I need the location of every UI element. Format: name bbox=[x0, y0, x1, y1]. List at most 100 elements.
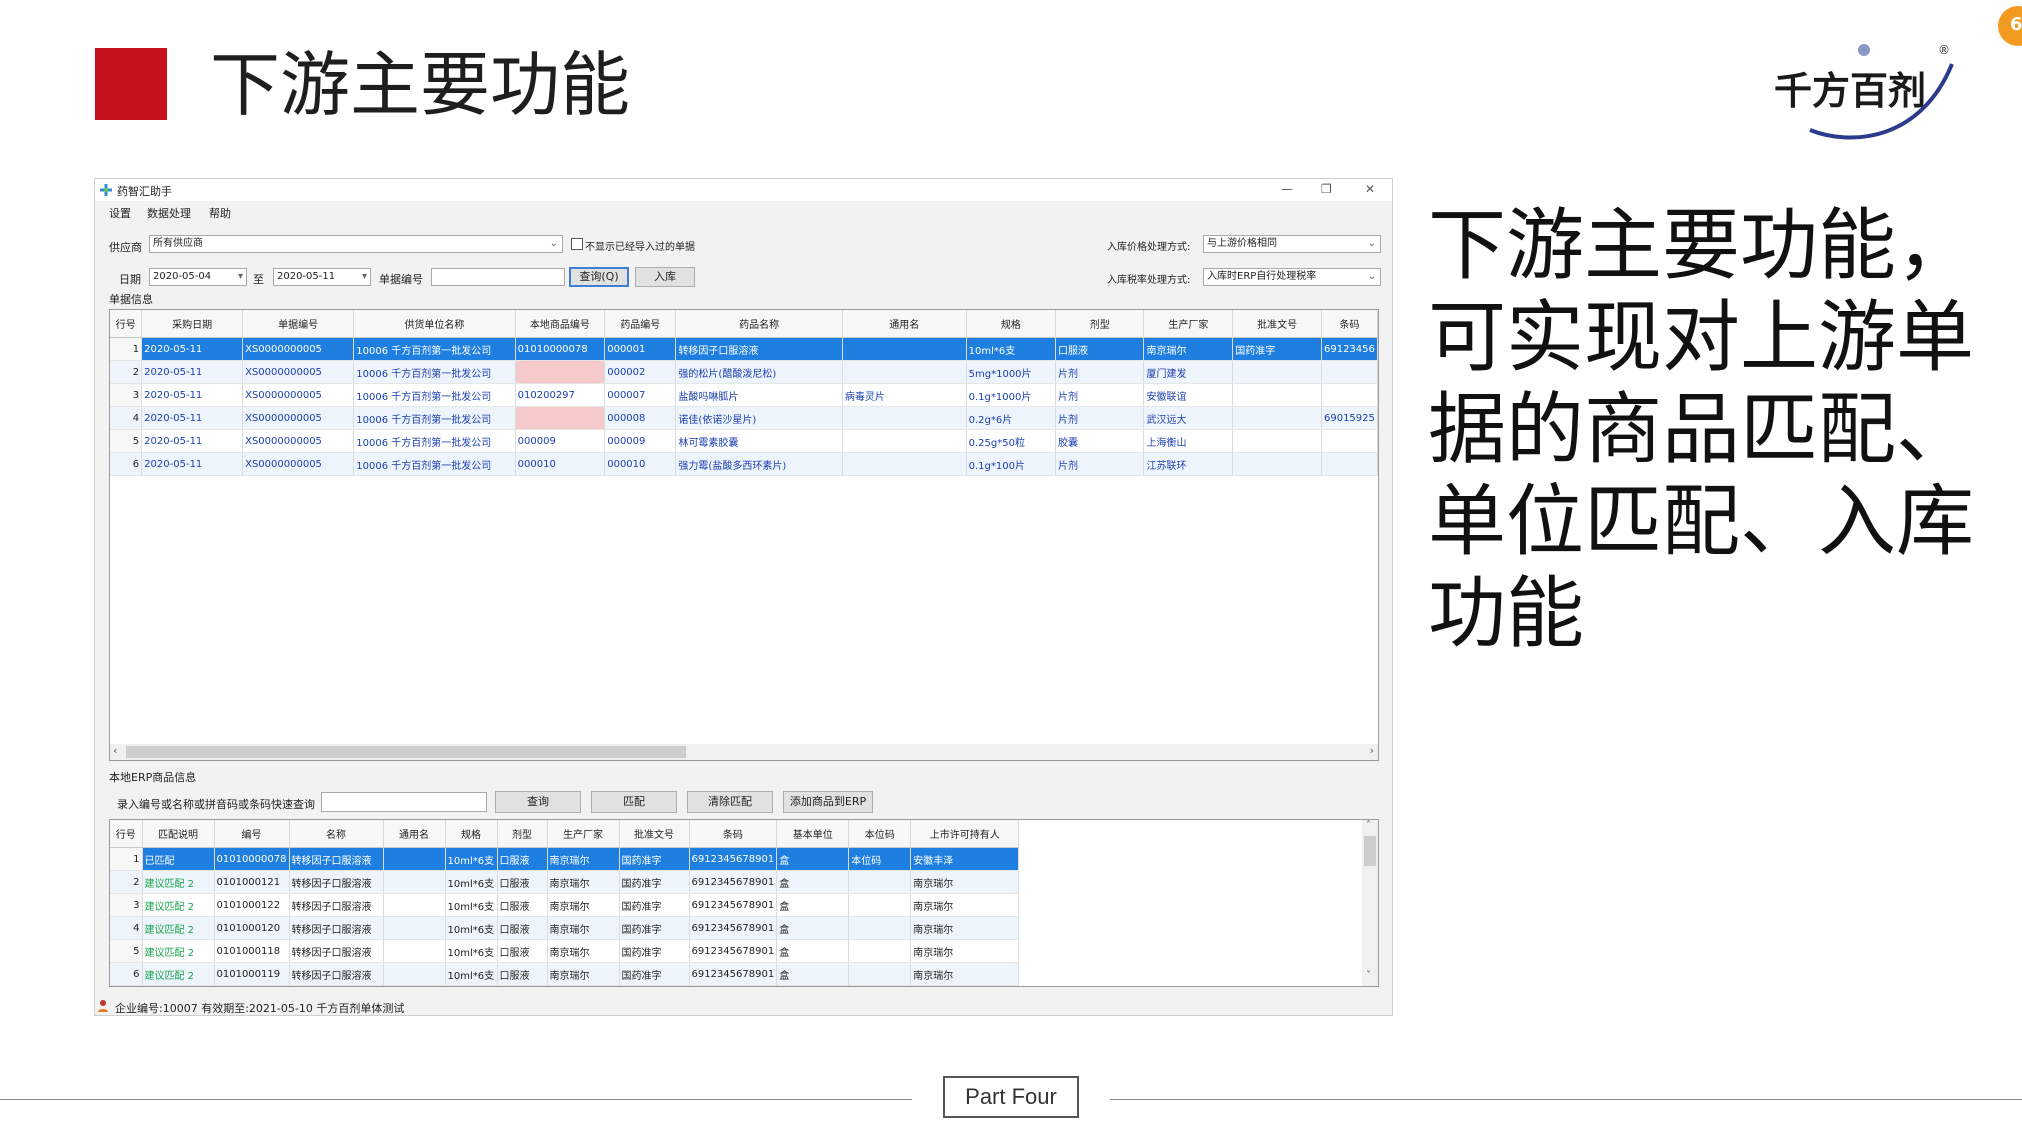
doc-column-header[interactable]: 条码 bbox=[1321, 310, 1378, 338]
erp-table-cell: 已匹配 bbox=[142, 847, 215, 871]
hide-imported-checkbox[interactable] bbox=[571, 238, 583, 250]
add-to-erp-button[interactable]: 添加商品到ERP bbox=[783, 791, 873, 813]
doc-column-header[interactable]: 生产厂家 bbox=[1143, 310, 1234, 338]
erp-table-cell: 转移因子口服溶液 bbox=[289, 870, 384, 894]
clear-match-button[interactable]: 清除匹配 bbox=[687, 791, 773, 813]
close-icon[interactable]: ✕ bbox=[1365, 182, 1375, 196]
erp-column-header[interactable]: 条码 bbox=[689, 820, 778, 848]
erp-column-header[interactable]: 匹配说明 bbox=[142, 820, 215, 848]
erp-table-cell: 转移因子口服溶液 bbox=[289, 893, 384, 917]
doc-table-cell bbox=[515, 360, 606, 384]
date-label: 日期 bbox=[119, 273, 141, 286]
erp-column-header[interactable]: 通用名 bbox=[383, 820, 446, 848]
user-icon bbox=[97, 999, 111, 1013]
erp-table-cell: 盒 bbox=[776, 847, 850, 871]
doc-table-row[interactable]: 3 2020-05-11 XS0000000005 10006 千方百剂第一批发公司 0… bbox=[110, 383, 1378, 407]
scroll-thumb[interactable] bbox=[1364, 836, 1376, 866]
erp-table-cell: 南京瑞尔 bbox=[910, 916, 1020, 940]
doc-column-header[interactable]: 采购日期 bbox=[141, 310, 244, 338]
window-titlebar: 药智汇助手 — ❐ ✕ bbox=[95, 179, 1392, 201]
erp-column-header[interactable]: 批准文号 bbox=[619, 820, 690, 848]
erp-column-header[interactable]: 本位码 bbox=[848, 820, 912, 848]
doc-column-header[interactable]: 药品名称 bbox=[675, 310, 843, 338]
doc-column-header[interactable]: 单据编号 bbox=[242, 310, 355, 338]
doc-column-header[interactable]: 行号 bbox=[110, 310, 143, 338]
match-button[interactable]: 匹配 bbox=[591, 791, 677, 813]
minimize-icon[interactable]: — bbox=[1281, 182, 1293, 196]
erp-table-cell: 国药准字 bbox=[619, 916, 690, 940]
price-mode-select[interactable]: 与上游价格相同 ⌄ bbox=[1203, 235, 1381, 253]
erp-table-cell bbox=[848, 916, 912, 940]
erp-column-header[interactable]: 基本单位 bbox=[776, 820, 850, 848]
erp-table-cell: 0101000121 bbox=[214, 870, 290, 894]
erp-table-cell: 0101000119 bbox=[214, 962, 290, 986]
doc-column-header[interactable]: 供货单位名称 bbox=[353, 310, 516, 338]
doc-table-cell: 诺佳(依诺沙星片) bbox=[675, 406, 843, 430]
restore-icon[interactable]: ❐ bbox=[1321, 182, 1332, 196]
erp-column-header[interactable]: 生产厂家 bbox=[547, 820, 620, 848]
erp-section-label: 本地ERP商品信息 bbox=[109, 771, 197, 784]
erp-table-cell: 2 bbox=[110, 870, 143, 894]
erp-table-cell: 01010000078 bbox=[214, 847, 290, 871]
doc-column-header[interactable]: 通用名 bbox=[842, 310, 967, 338]
erp-column-header[interactable]: 编号 bbox=[214, 820, 290, 848]
chevron-down-icon: ⌄ bbox=[1367, 271, 1376, 282]
erp-column-header[interactable]: 行号 bbox=[110, 820, 143, 848]
supplier-select[interactable]: 所有供应商 ⌄ bbox=[149, 235, 563, 253]
erp-table-cell: 0101000118 bbox=[214, 939, 290, 963]
doc-table-row[interactable]: 2 2020-05-11 XS0000000005 10006 千方百剂第一批发公司 0… bbox=[110, 360, 1378, 384]
erp-column-header[interactable]: 规格 bbox=[445, 820, 498, 848]
erp-table-cell: 4 bbox=[110, 916, 143, 940]
menu-data-processing[interactable]: 数据处理 bbox=[147, 205, 191, 221]
doc-table-cell bbox=[1232, 452, 1322, 476]
erp-column-header[interactable]: 上市许可持有人 bbox=[910, 820, 1020, 848]
doc-column-header[interactable]: 本地商品编号 bbox=[515, 310, 606, 338]
erp-table-row[interactable]: 1 已匹配 01010000078 转移因子口服溶液 10ml*6支 口服液 南京瑞尔 国药准… bbox=[110, 847, 1020, 871]
doc-table-row[interactable]: 5 2020-05-11 XS0000000005 10006 千方百剂第一批发公司 0… bbox=[110, 429, 1378, 453]
date-from-picker[interactable]: 2020-05-04 ▾ bbox=[149, 268, 247, 286]
erp-table-row[interactable]: 3 建议匹配 2 0101000122 转移因子口服溶液 10ml*6支 口服液 南京瑞尔国… bbox=[110, 893, 1020, 917]
doc-table-cell: 转移因子口服溶液 bbox=[675, 337, 843, 361]
query-button[interactable]: 查询(Q) bbox=[569, 267, 629, 287]
erp-search-input[interactable] bbox=[321, 792, 487, 812]
stock-in-button[interactable]: 入库 bbox=[635, 267, 695, 287]
erp-table-row[interactable]: 6 建议匹配 2 0101000119 转移因子口服溶液 10ml*6支 口服液 南京瑞尔国… bbox=[110, 962, 1020, 986]
status-bar: 企业编号:10007 有效期至:2021-05-10 千方百剂单体测试 bbox=[115, 1002, 405, 1015]
date-to-picker[interactable]: 2020-05-11 ▾ bbox=[273, 268, 371, 286]
erp-table-cell: 口服液 bbox=[497, 962, 548, 986]
doc-table-cell: 69015925 bbox=[1321, 406, 1378, 430]
menu-settings[interactable]: 设置 bbox=[109, 205, 131, 221]
doc-table-row[interactable]: 1 2020-05-11 XS0000000005 10006 千方百剂第一批发公司 0… bbox=[110, 337, 1378, 361]
doc-section-label: 单据信息 bbox=[109, 293, 153, 306]
tax-mode-select[interactable]: 入库时ERP自行处理税率 ⌄ bbox=[1203, 268, 1381, 286]
erp-table-row[interactable]: 4 建议匹配 2 0101000120 转移因子口服溶液 10ml*6支 口服液 南京瑞尔国… bbox=[110, 916, 1020, 940]
doc-column-header[interactable]: 药品编号 bbox=[604, 310, 677, 338]
doc-table-cell: 南京瑞尔 bbox=[1143, 337, 1234, 361]
doc-table-cell: 000010 bbox=[515, 452, 606, 476]
doc-table-row[interactable]: 4 2020-05-11 XS0000000005 10006 千方百剂第一批发公司 0… bbox=[110, 406, 1378, 430]
erp-table-cell: 盒 bbox=[776, 870, 850, 894]
erp-table-cell bbox=[383, 847, 446, 871]
doc-table-row[interactable]: 6 2020-05-11 XS0000000005 10006 千方百剂第一批发公司 0… bbox=[110, 452, 1378, 476]
erp-table-row[interactable]: 2 建议匹配 2 0101000121 转移因子口服溶液 10ml*6支 口服液 南京瑞尔国… bbox=[110, 870, 1020, 894]
svg-text:®: ® bbox=[1938, 43, 1950, 57]
doc-table-cell: 口服液 bbox=[1055, 337, 1145, 361]
erp-table-cell: 南京瑞尔 bbox=[547, 916, 620, 940]
erp-query-button[interactable]: 查询 bbox=[495, 791, 581, 813]
doc-column-header[interactable]: 规格 bbox=[966, 310, 1057, 338]
hide-imported-label: 不显示已经导入过的单据 bbox=[585, 242, 695, 253]
erp-vertical-scrollbar[interactable]: ˄ ˅ bbox=[1362, 820, 1378, 986]
menu-help[interactable]: 帮助 bbox=[209, 205, 231, 221]
scroll-thumb[interactable] bbox=[126, 746, 686, 758]
erp-table-cell: 6912345678901 bbox=[689, 847, 778, 871]
doc-horizontal-scrollbar[interactable]: ‹ › bbox=[110, 744, 1378, 760]
erp-table-cell: 口服液 bbox=[497, 916, 548, 940]
doc-no-input[interactable] bbox=[431, 268, 565, 286]
doc-table-cell bbox=[842, 429, 967, 453]
erp-column-header[interactable]: 剂型 bbox=[497, 820, 548, 848]
doc-column-header[interactable]: 批准文号 bbox=[1232, 310, 1322, 338]
erp-column-header[interactable]: 名称 bbox=[289, 820, 384, 848]
erp-table-row[interactable]: 5 建议匹配 2 0101000118 转移因子口服溶液 10ml*6支 口服液 南京瑞尔国… bbox=[110, 939, 1020, 963]
erp-table-cell: 盒 bbox=[776, 916, 850, 940]
doc-column-header[interactable]: 剂型 bbox=[1055, 310, 1145, 338]
